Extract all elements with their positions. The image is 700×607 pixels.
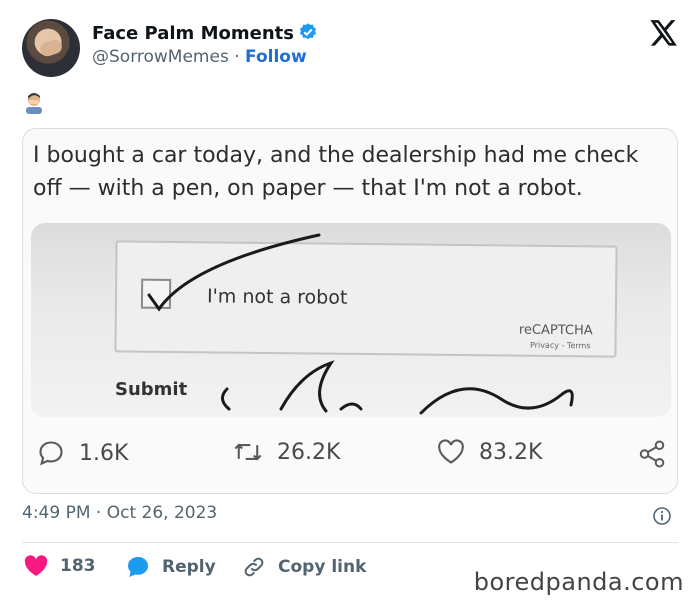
post-time[interactable]: 4:49 PM <box>22 503 91 523</box>
captcha-paper-photo[interactable]: I'm not a robot reCAPTCHA Privacy - Term… <box>31 223 671 417</box>
author-name-row[interactable]: Face Palm Moments <box>92 22 318 47</box>
repost-stat: 26.2K <box>233 439 340 465</box>
link-icon <box>244 557 264 577</box>
author-avatar[interactable] <box>22 19 80 77</box>
timestamp-separator: · <box>95 503 102 523</box>
author-name[interactable]: Face Palm Moments <box>92 23 294 44</box>
post-timestamp[interactable]: 4:49 PM · Oct 26, 2023 <box>22 503 217 523</box>
x-logo-icon[interactable] <box>650 20 678 50</box>
like-button[interactable]: 183 <box>24 555 96 577</box>
repost-icon <box>234 443 262 461</box>
quoted-post-stats: 1.6K 26.2K 83.2K <box>23 439 677 479</box>
info-icon[interactable] <box>652 506 672 530</box>
heart-icon <box>24 555 48 576</box>
reply-bubble-icon <box>128 557 148 577</box>
actions-divider <box>22 542 678 543</box>
like-count: 83.2K <box>479 439 543 465</box>
reply-stat: 1.6K <box>37 439 128 467</box>
post-actions: 183 Reply Copy link <box>22 555 442 579</box>
like-heart-icon <box>438 439 464 464</box>
reply-button[interactable]: Reply <box>126 555 216 579</box>
verified-badge-icon <box>298 22 318 47</box>
reply-count: 1.6K <box>79 440 129 466</box>
handle-separator: · <box>234 47 240 67</box>
repost-count: 26.2K <box>277 439 341 465</box>
post-date[interactable]: Oct 26, 2023 <box>107 503 218 523</box>
quoted-post-text: I bought a car today, and the dealership… <box>33 143 639 201</box>
like-action-count: 183 <box>60 556 96 576</box>
boredpanda-watermark: boredpanda.com <box>473 568 684 596</box>
share-icon <box>637 439 677 469</box>
reply-icon <box>39 441 63 466</box>
follow-button[interactable]: Follow <box>245 47 307 67</box>
author-handle[interactable]: @SorrowMemes <box>92 47 229 67</box>
quoted-post-card[interactable]: I bought a car today, and the dealership… <box>22 128 678 494</box>
author-handle-row: @SorrowMemes · Follow <box>92 47 307 67</box>
like-stat: 83.2K <box>437 439 542 465</box>
reply-action-label: Reply <box>162 557 216 577</box>
pen-checkmark-icon <box>147 233 574 415</box>
copy-link-button[interactable]: Copy link <box>242 555 366 579</box>
face-palm-emoji-icon <box>24 92 44 114</box>
post-header: Face Palm Moments @SorrowMemes · Follow <box>22 16 682 78</box>
copy-link-label: Copy link <box>278 557 367 577</box>
